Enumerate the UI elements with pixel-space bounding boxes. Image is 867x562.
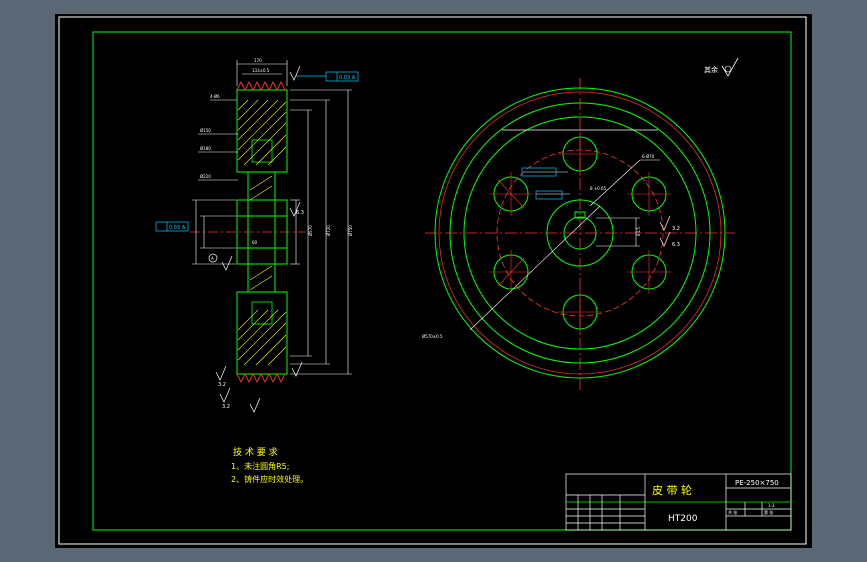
svg-text:64.5: 64.5 (636, 227, 641, 236)
part-name: 皮 带 轮 (652, 483, 692, 497)
tech-req-item-1: 1、未注圆角R5; (231, 461, 289, 471)
svg-text:Ø180: Ø180 (200, 146, 211, 151)
datum-label: A (211, 256, 214, 261)
roughness-label-a: 3.2 (218, 382, 226, 388)
svg-text:Ø220: Ø220 (200, 174, 211, 179)
svg-text:170: 170 (254, 58, 262, 63)
svg-text:Ø570±0.5: Ø570±0.5 (422, 334, 443, 339)
other-surfaces-label: 其余 (704, 65, 718, 74)
roughness-label-c: 3.2 (222, 404, 230, 410)
tol-text-left: 0.03 A (169, 225, 186, 231)
material: HT200 (668, 514, 698, 524)
drawing-area (55, 14, 812, 548)
svg-text:133±0.5: 133±0.5 (252, 68, 270, 73)
roughness-label-front-2: 6.3 (672, 242, 680, 248)
svg-text:Ø750: Ø750 (348, 225, 353, 236)
svg-text:4-Ø6: 4-Ø6 (210, 94, 220, 99)
tol-text-top: 0.03 A (339, 75, 356, 81)
svg-text:8 +0.05: 8 +0.05 (590, 186, 607, 191)
roughness-label-front-1: 3.2 (672, 226, 680, 232)
sheet-count-label: 共 张 (728, 509, 737, 515)
drawing-number: PE-250×750 (735, 479, 779, 487)
tech-req-title: 技 术 要 求 (233, 446, 278, 458)
scale: 1:3 (768, 503, 775, 508)
svg-text:Ø150: Ø150 (200, 128, 211, 133)
sheet-number-label: 第 张 (764, 509, 773, 515)
svg-text:Ø570: Ø570 (308, 225, 313, 236)
roughness-label-b: 6.3 (296, 210, 304, 216)
svg-text:60: 60 (252, 240, 258, 245)
tech-req-item-2: 2、铸件应时效处理。 (231, 474, 308, 484)
cad-drawing-canvas: 170 133±0.5 4-Ø6 Ø150 Ø180 Ø220 60 Ø570 … (55, 14, 812, 548)
svg-text:6-Ø70: 6-Ø70 (642, 154, 655, 159)
svg-text:Ø720: Ø720 (326, 225, 331, 236)
